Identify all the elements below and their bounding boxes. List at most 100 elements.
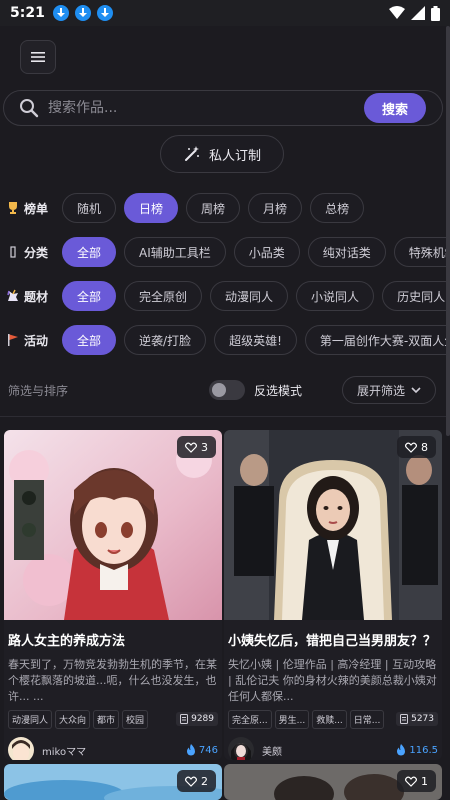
flag-icon — [6, 333, 20, 347]
flame-icon — [186, 744, 195, 756]
tag[interactable]: 日常... — [349, 709, 385, 729]
chip-theme-all[interactable]: 全部 — [62, 281, 117, 311]
chevron-down-icon — [411, 387, 421, 394]
heart-icon — [405, 442, 417, 453]
author-row: 美颇 116.5 — [224, 729, 442, 760]
chip-event-all[interactable]: 全部 — [62, 325, 117, 355]
search-input[interactable] — [48, 100, 348, 116]
chip-event-contest[interactable]: 第一届创作大赛-双面人生 — [304, 325, 450, 355]
word-count-badge: 5273 — [396, 712, 438, 726]
chip-ranking-random[interactable]: 随机 — [62, 193, 117, 223]
chip-category-skit[interactable]: 小品类 — [233, 237, 300, 267]
work-card[interactable]: 2 — [4, 764, 222, 800]
status-bar: 5:21 — [0, 0, 450, 26]
unicorn-icon — [6, 289, 20, 303]
download-notification-icon — [52, 5, 69, 21]
download-notification-icon — [74, 5, 91, 21]
work-title[interactable]: 路人女主的养成方法 — [4, 620, 222, 649]
heart-icon — [405, 776, 417, 787]
expand-filter-button[interactable]: 展开筛选 — [342, 376, 436, 404]
view-count-group: 746 — [186, 744, 218, 756]
work-cover-image: 1 — [224, 764, 442, 800]
tag[interactable]: 校园 — [122, 709, 149, 729]
search-button[interactable]: 搜索 — [364, 93, 426, 123]
theme-label: 题材 — [6, 288, 54, 305]
work-title[interactable]: 小姨失忆后，错把自己当男朋友？？ — [224, 620, 442, 649]
event-label-text: 活动 — [24, 333, 49, 348]
chip-theme-anime-fanfic[interactable]: 动漫同人 — [210, 281, 289, 311]
tag[interactable]: 大众向 — [55, 709, 91, 729]
event-filter-row: 活动 全部 逆袭/打脸 超级英雄! 第一届创作大赛-双面人生 — [6, 324, 450, 356]
cell-signal-icon — [411, 6, 425, 20]
author-name[interactable]: mikoママ — [42, 743, 86, 758]
like-count: 1 — [421, 774, 428, 788]
scrollbar[interactable] — [446, 26, 450, 436]
word-count: 5273 — [411, 714, 434, 724]
download-notification-icon — [96, 5, 113, 21]
chip-ranking-monthly[interactable]: 月榜 — [248, 193, 303, 223]
like-count: 2 — [201, 774, 208, 788]
theme-filter-row: 题材 全部 完全原创 动漫同人 小说同人 历史同人 — [6, 280, 450, 312]
like-badge[interactable]: 8 — [397, 436, 436, 458]
word-count-badge: 9289 — [176, 712, 218, 726]
work-card[interactable]: 3 路人女主的养成方法 春天到了，万物竞发勃勃生机的季节，在某个樱花飘落的坡道.… — [4, 430, 222, 760]
work-card[interactable]: 8 小姨失忆后，错把自己当男朋友？？ 失忆小姨 | 伦理作品 | 高冷经理 | … — [224, 430, 442, 760]
wifi-icon — [389, 6, 405, 19]
toggle-knob — [212, 383, 226, 397]
view-count: 746 — [198, 744, 218, 756]
avatar[interactable] — [228, 737, 254, 760]
chip-ranking-weekly[interactable]: 周榜 — [186, 193, 241, 223]
work-cover-image: 2 — [4, 764, 222, 800]
work-cover-image: 3 — [4, 430, 222, 620]
tag[interactable]: 完全原... — [228, 709, 272, 729]
chip-event-comeback[interactable]: 逆袭/打脸 — [124, 325, 207, 355]
chip-theme-novel-fanfic[interactable]: 小说同人 — [296, 281, 375, 311]
tag[interactable]: 男生... — [274, 709, 310, 729]
expand-filter-label: 展开筛选 — [356, 383, 405, 398]
chip-theme-history-fanfic[interactable]: 历史同人 — [382, 281, 450, 311]
heart-icon — [185, 776, 197, 787]
magic-wand-icon — [184, 146, 199, 161]
chip-category-special[interactable]: 特殊机制类 — [393, 237, 450, 267]
chip-category-all[interactable]: 全部 — [62, 237, 117, 267]
chip-category-dialogue[interactable]: 纯对话类 — [307, 237, 386, 267]
tag[interactable]: 救赎... — [312, 709, 347, 729]
search-bar: 搜索 — [3, 90, 443, 126]
chip-category-ai-tools[interactable]: AI辅助工具栏 — [124, 237, 226, 267]
sort-row: 筛选与排序 反选模式 展开筛选 — [0, 374, 450, 406]
work-description: 春天到了，万物竞发勃勃生机的季节，在某个樱花飘落的坡道...呃，什么也没发生，也… — [8, 658, 217, 703]
trophy-icon — [6, 201, 20, 215]
author-name[interactable]: 美颇 — [262, 743, 282, 758]
flame-icon — [397, 744, 406, 756]
like-count: 3 — [201, 440, 208, 454]
menu-button[interactable] — [20, 40, 56, 74]
like-badge[interactable]: 2 — [177, 770, 216, 792]
tag-list: 完全原... 男生... 救赎... 日常... 5273 — [224, 705, 442, 729]
like-count: 8 — [421, 440, 428, 454]
hamburger-icon — [31, 52, 45, 62]
reverse-mode-label: 反选模式 — [254, 384, 303, 398]
custom-order-label: 私人订制 — [208, 148, 261, 164]
avatar[interactable] — [8, 737, 34, 760]
tag-list: 动漫同人 大众向 都市 校园 9289 — [4, 705, 222, 729]
document-icon — [180, 714, 189, 724]
like-badge[interactable]: 1 — [397, 770, 436, 792]
search-icon — [20, 99, 39, 118]
document-icon — [400, 714, 409, 724]
chip-ranking-total[interactable]: 总榜 — [310, 193, 365, 223]
custom-order-button[interactable]: 私人订制 — [160, 135, 284, 173]
event-label: 活动 — [6, 332, 54, 349]
chip-event-superhero[interactable]: 超级英雄! — [214, 325, 297, 355]
tag[interactable]: 都市 — [93, 709, 120, 729]
chip-theme-original[interactable]: 完全原创 — [124, 281, 203, 311]
ranking-label-text: 榜单 — [24, 201, 49, 216]
reverse-mode-toggle[interactable] — [209, 380, 245, 400]
status-time: 5:21 — [10, 5, 45, 21]
chip-ranking-daily[interactable]: 日榜 — [124, 193, 179, 223]
work-card[interactable]: 1 — [224, 764, 442, 800]
tag[interactable]: 动漫同人 — [8, 709, 53, 729]
ranking-filter-row: 榜单 随机 日榜 周榜 月榜 总榜 — [6, 192, 450, 224]
like-badge[interactable]: 3 — [177, 436, 216, 458]
work-description: 失忆小姨 | 伦理作品 | 高冷经理 | 互动攻略 | 乱伦记夫 你的身材火辣的… — [228, 658, 437, 703]
sort-label: 筛选与排序 — [8, 383, 69, 398]
